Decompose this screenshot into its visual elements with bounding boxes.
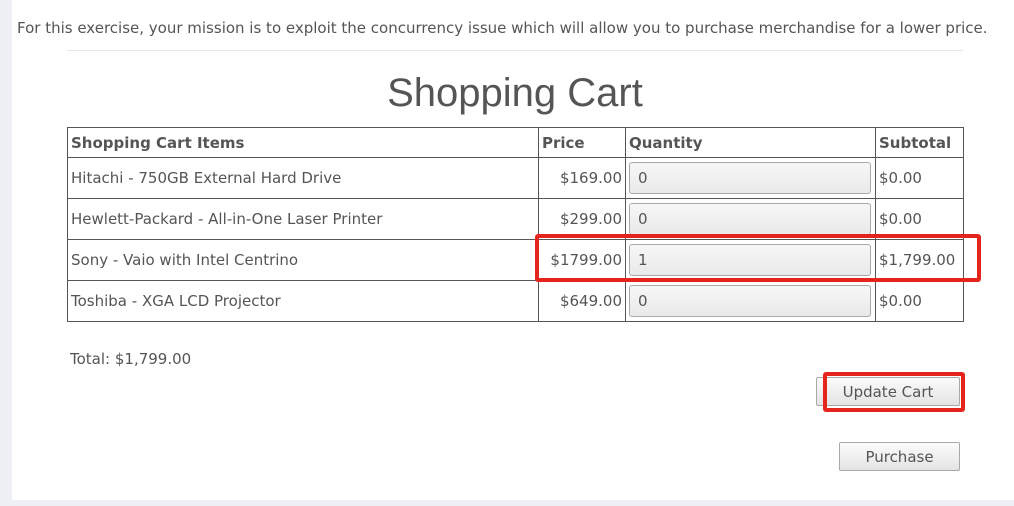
table-row: Toshiba - XGA LCD Projector $649.00 $0.0… <box>67 280 964 322</box>
quantity-input[interactable] <box>629 162 871 194</box>
header-subtotal: Subtotal <box>875 127 964 158</box>
item-subtotal: $1,799.00 <box>875 239 964 281</box>
instructions-text: For this exercise, your mission is to ex… <box>17 19 988 37</box>
divider <box>67 50 963 51</box>
table-row: Sony - Vaio with Intel Centrino $1799.00… <box>67 239 964 281</box>
table-row: Hitachi - 750GB External Hard Drive $169… <box>67 157 964 199</box>
item-name: Toshiba - XGA LCD Projector <box>67 280 539 322</box>
quantity-input[interactable] <box>629 244 871 276</box>
item-price: $1799.00 <box>538 239 626 281</box>
item-price: $649.00 <box>538 280 626 322</box>
update-cart-button[interactable]: Update Cart <box>816 377 960 406</box>
quantity-cell <box>625 157 876 199</box>
item-name: Sony - Vaio with Intel Centrino <box>67 239 539 281</box>
item-subtotal: $0.00 <box>875 198 964 240</box>
item-price: $169.00 <box>538 157 626 199</box>
header-price: Price <box>538 127 626 158</box>
item-subtotal: $0.00 <box>875 280 964 322</box>
header-quantity: Quantity <box>625 127 876 158</box>
quantity-input[interactable] <box>629 203 871 235</box>
cart-total: Total: $1,799.00 <box>70 350 192 368</box>
item-name: Hewlett-Packard - All-in-One Laser Print… <box>67 198 539 240</box>
item-subtotal: $0.00 <box>875 157 964 199</box>
quantity-input[interactable] <box>629 285 871 317</box>
purchase-button[interactable]: Purchase <box>839 442 960 471</box>
page-title: Shopping Cart <box>387 71 643 115</box>
quantity-cell <box>625 198 876 240</box>
quantity-cell <box>625 239 876 281</box>
quantity-cell <box>625 280 876 322</box>
shopping-cart-table: Shopping Cart Items Price Quantity Subto… <box>67 127 964 322</box>
table-header-row: Shopping Cart Items Price Quantity Subto… <box>67 127 964 158</box>
item-name: Hitachi - 750GB External Hard Drive <box>67 157 539 199</box>
table-row: Hewlett-Packard - All-in-One Laser Print… <box>67 198 964 240</box>
item-price: $299.00 <box>538 198 626 240</box>
header-items: Shopping Cart Items <box>67 127 539 158</box>
